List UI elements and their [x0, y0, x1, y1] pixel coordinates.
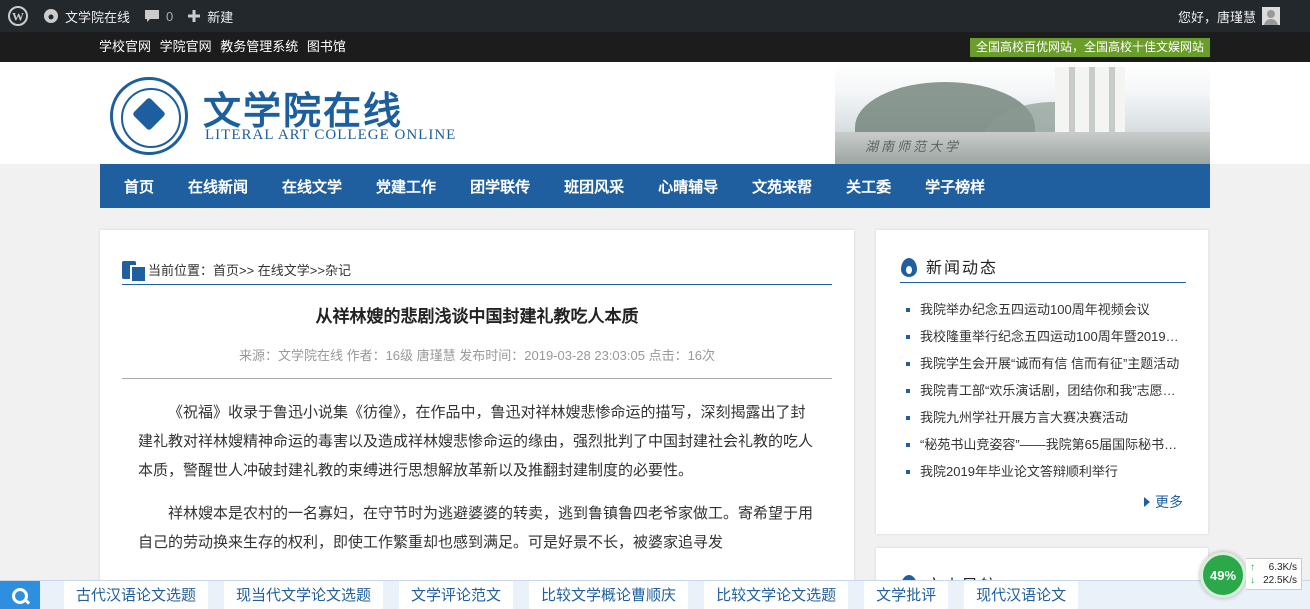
nav-item-role-models[interactable]: 学子榜样 [901, 176, 985, 197]
upload-arrow-icon: ↑ [1250, 562, 1255, 573]
site-header: 文学院在线 LITERAL ART COLLEGE ONLINE 湖南师范大学 [0, 62, 1310, 164]
more-label: 更多 [1155, 494, 1183, 510]
promo-badge: 全国高校百优网站，全国高校十佳文娱网站 [970, 38, 1211, 57]
download-speed: 22.5K/s [1263, 575, 1297, 586]
top-links: 学校官网 学院官网 教务管理系统 图书馆 [99, 32, 351, 62]
article-paragraph: 《祝福》收录于鲁迅小说集《彷徨》，在作品中，鲁迅对祥林嫂悲惨命运的描写，深刻揭露… [138, 404, 814, 479]
greeting: 您好，唐瑾慧 [1177, 9, 1256, 25]
nav-item-class[interactable]: 班团风采 [540, 176, 624, 197]
top-link-bar: 学校官网 学院官网 教务管理系统 图书馆 全国高校百优网站，全国高校十佳文娱网站 [0, 32, 1310, 62]
top-link-school[interactable]: 学校官网 [99, 39, 151, 54]
banner-wall-text: 湖南师范大学 [865, 140, 962, 155]
news-item[interactable]: 我院九州学社开展方言大赛决赛活动 [906, 404, 1186, 431]
keyword-link[interactable]: 文学评论范文 [399, 580, 514, 609]
memory-usage-gauge[interactable]: 49% [1200, 552, 1246, 598]
news-title: 新闻动态 [926, 258, 999, 277]
news-item[interactable]: 我院学生会开展“诚而有信 信而有征”主题活动 [906, 350, 1186, 377]
news-item[interactable]: 我校隆重举行纪念五四运动100周年暨2019年五四表彰大会 [906, 323, 1186, 350]
article-title: 从祥林嫂的悲剧浅谈中国封建礼教吃人本质 [315, 307, 639, 326]
logo-subtitle: LITERAL ART COLLEGE ONLINE [205, 127, 457, 143]
comment-icon [145, 10, 160, 22]
download-arrow-icon: ↓ [1250, 575, 1255, 586]
top-link-academic[interactable]: 教务管理系统 [220, 39, 298, 54]
university-seal-icon[interactable] [110, 77, 188, 155]
top-link-library[interactable]: 图书馆 [307, 39, 346, 54]
top-link-college[interactable]: 学院官网 [160, 39, 212, 54]
nav-item-party[interactable]: 党建工作 [352, 176, 436, 197]
news-item[interactable]: 我院2019年毕业论文答辩顺利举行 [906, 458, 1186, 485]
arrow-right-icon [1144, 497, 1150, 507]
nav-item-league[interactable]: 团学联传 [446, 176, 530, 197]
news-header: 新闻动态 [900, 250, 1186, 283]
keyword-link[interactable]: 文学批评 [864, 580, 949, 609]
breadcrumb: 当前位置：首页>> 在线文学>>杂记 [122, 255, 832, 285]
keyword-link[interactable]: 现当代文学论文选题 [224, 580, 384, 609]
flame-icon [900, 255, 918, 277]
new-label: 新建 [207, 9, 234, 25]
admin-bar: W 文学院在线 0 新建 您好，唐瑾慧 [0, 0, 1310, 32]
nav-item-counseling[interactable]: 心晴辅导 [634, 176, 718, 197]
breadcrumb-text[interactable]: 当前位置：首页>> 在线文学>>杂记 [148, 260, 351, 279]
keyword-link[interactable]: 比较文学论文选题 [704, 580, 849, 609]
article-paragraph: 祥林嫂本是农村的一名寡妇，在守节时为逃避婆婆的转卖，逃到鲁镇鲁四老爷家做工。寄希… [138, 505, 814, 551]
main-nav: 首页 在线新闻 在线文学 党建工作 团学联传 班团风采 心晴辅导 文苑来帮 关工… [100, 164, 1210, 208]
nav-item-home[interactable]: 首页 [100, 176, 154, 197]
nav-item-wenyuan[interactable]: 文苑来帮 [728, 176, 812, 197]
keyword-link[interactable]: 古代汉语论文选题 [64, 580, 209, 609]
wordpress-logo-icon[interactable]: W [0, 0, 36, 32]
keyword-link[interactable]: 比较文学概论曹顺庆 [529, 580, 689, 609]
news-item[interactable]: “秘苑书山竞姿容”——我院第65届国际秘书节活动 [906, 431, 1186, 458]
bottom-keyword-bar: 古代汉语论文选题 现当代文学论文选题 文学评论范文 比较文学概论曹顺庆 比较文学… [0, 580, 1310, 609]
site-name: 文学院在线 [65, 9, 131, 25]
nav-item-news[interactable]: 在线新闻 [164, 176, 248, 197]
my-account[interactable]: 您好，唐瑾慧 [1178, 7, 1310, 26]
network-speed-widget: ↑ 6.3K/s ↓ 22.5K/s [1246, 558, 1302, 590]
news-list: 我院举办纪念五四运动100周年视频会议 我校隆重举行纪念五四运动100周年暨20… [906, 296, 1186, 485]
dashboard-icon [44, 9, 58, 23]
avatar [1262, 7, 1280, 25]
nav-item-literature[interactable]: 在线文学 [258, 176, 342, 197]
search-icon[interactable] [0, 580, 40, 609]
more-link[interactable]: 更多 [1144, 492, 1183, 512]
keyword-link[interactable]: 现代汉语论文 [964, 580, 1079, 609]
news-item[interactable]: 我院青工部“欢乐演话剧，团结你和我”志愿活动 [906, 377, 1186, 404]
divider [122, 378, 832, 379]
article-panel: 当前位置：首页>> 在线文学>>杂记 从祥林嫂的悲剧浅谈中国封建礼教吃人本质 来… [100, 230, 854, 590]
news-sidebar: 新闻动态 我院举办纪念五四运动100周年视频会议 我校隆重举行纪念五四运动100… [876, 230, 1208, 534]
comments-count: 0 [166, 8, 174, 24]
campus-banner: 湖南师范大学 [835, 62, 1210, 164]
new-content-link[interactable]: 新建 [180, 0, 240, 32]
plus-icon [188, 10, 201, 22]
site-name-link[interactable]: 文学院在线 [36, 0, 137, 32]
comments-link[interactable]: 0 [137, 0, 180, 32]
news-item[interactable]: 我院举办纪念五四运动100周年视频会议 [906, 296, 1186, 323]
article-meta: 来源：文学院在线 作者：16级 唐瑾慧 发布时间：2019-03-28 23:0… [238, 348, 716, 363]
document-icon [122, 259, 145, 281]
nav-item-guangong[interactable]: 关工委 [822, 176, 891, 197]
article-body: 《祝福》收录于鲁迅小说集《彷徨》，在作品中，鲁迅对祥林嫂悲惨命运的描写，深刻揭露… [138, 398, 813, 571]
svg-text:W: W [12, 10, 24, 24]
upload-speed: 6.3K/s [1268, 562, 1297, 573]
